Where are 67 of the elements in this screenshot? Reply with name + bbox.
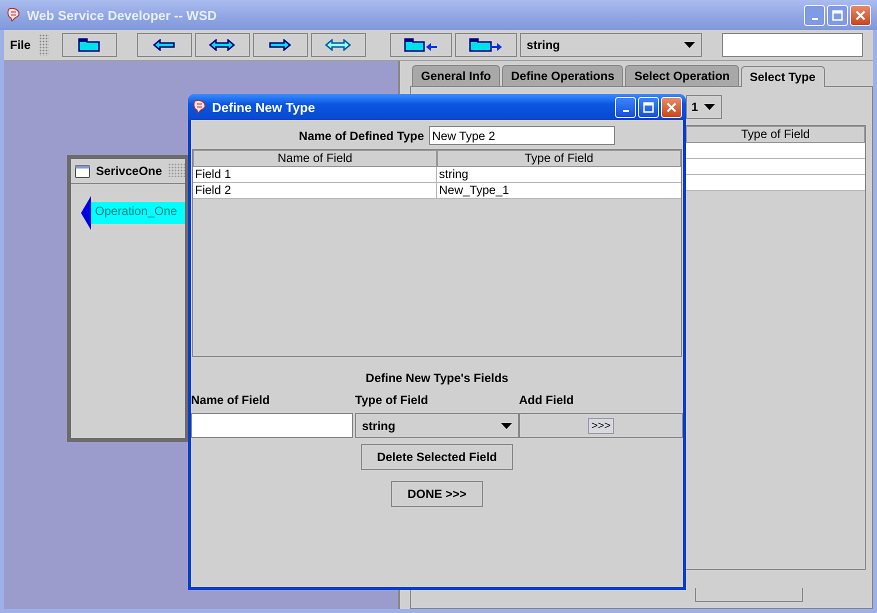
dropdown-arrow-icon: [704, 104, 715, 110]
minimize-icon: [812, 18, 818, 20]
title-grip[interactable]: [168, 163, 185, 177]
app-icon: [192, 99, 208, 115]
dialog-title: Define New Type: [212, 100, 316, 114]
app-icon: [6, 7, 22, 23]
toolbar-button[interactable]: [136, 33, 192, 57]
right-arrow-icon: [268, 39, 292, 51]
toolbar-button[interactable]: [390, 33, 452, 57]
toolbar-button[interactable]: [62, 33, 117, 57]
column-header: Name of Field: [193, 150, 437, 167]
table-cell[interactable]: [686, 159, 865, 175]
text-field[interactable]: [722, 33, 863, 57]
minimize-icon: [622, 110, 628, 112]
table-cell[interactable]: [686, 175, 865, 191]
toolbar-button[interactable]: [252, 33, 308, 57]
toolbar-grip[interactable]: [38, 34, 49, 56]
field-type-dropdown[interactable]: string: [355, 413, 519, 438]
type-dropdown[interactable]: 1: [686, 95, 722, 119]
delete-button[interactable]: Delete Selected Field: [360, 444, 514, 470]
folder-arrow-icon: [468, 38, 503, 52]
double-arrow-icon: [208, 39, 236, 51]
toolbar-button[interactable]: [194, 33, 250, 57]
maximize-icon: [832, 10, 843, 20]
minimize-button[interactable]: [804, 4, 825, 26]
service-title: SerivceOne: [96, 164, 162, 178]
close-icon: [855, 10, 866, 20]
field-label: Type of Field: [355, 393, 430, 407]
menu-item[interactable]: File: [4, 38, 39, 52]
table-cell: New_Type_1: [437, 183, 681, 199]
column-header: Type of Field: [437, 150, 681, 167]
window-icon: [75, 164, 90, 178]
table-cell[interactable]: [686, 143, 865, 159]
close-icon: [666, 102, 677, 112]
close-button[interactable]: [850, 4, 871, 26]
tab[interactable]: Define Operations: [502, 65, 624, 86]
add-field-button[interactable]: >>>: [588, 418, 614, 434]
tab[interactable]: Select Type: [740, 66, 825, 87]
maximize-button[interactable]: [638, 96, 659, 118]
left-arrow-icon: [152, 39, 176, 51]
done-button[interactable]: DONE >>>: [391, 481, 483, 507]
column-header: Type of Field: [686, 126, 865, 143]
table-cell: string: [437, 167, 681, 183]
field-name-input[interactable]: [191, 413, 353, 438]
field-label: Name of Defined Type: [298, 128, 424, 142]
section-title: Define New Type's Fields: [364, 371, 510, 385]
close-button[interactable]: [661, 96, 682, 118]
maximize-icon: [643, 102, 654, 112]
dropdown-arrow-icon: [684, 42, 695, 48]
type-name-field[interactable]: New Type 2: [429, 126, 616, 145]
type-dropdown[interactable]: string: [520, 33, 702, 57]
minimize-button[interactable]: [615, 96, 636, 118]
tab[interactable]: Select Operation: [625, 65, 739, 86]
toolbar-button[interactable]: [310, 33, 366, 57]
maximize-button[interactable]: [827, 4, 848, 26]
arrow-icon: [81, 196, 91, 230]
tab[interactable]: General Info: [412, 65, 500, 86]
toolbar-button[interactable]: [454, 33, 517, 57]
table-cell: Field 2: [193, 183, 437, 199]
double-arrow-icon: [324, 39, 352, 51]
field-label: Add Field: [519, 393, 575, 407]
field-label: Name of Field: [191, 393, 271, 407]
folder-icon: [78, 38, 100, 52]
window-title: Web Service Developer -- WSD: [27, 8, 218, 22]
dropdown-arrow-icon: [501, 422, 512, 428]
folder-arrow-icon: [404, 38, 438, 52]
table-cell: Field 1: [193, 167, 437, 183]
